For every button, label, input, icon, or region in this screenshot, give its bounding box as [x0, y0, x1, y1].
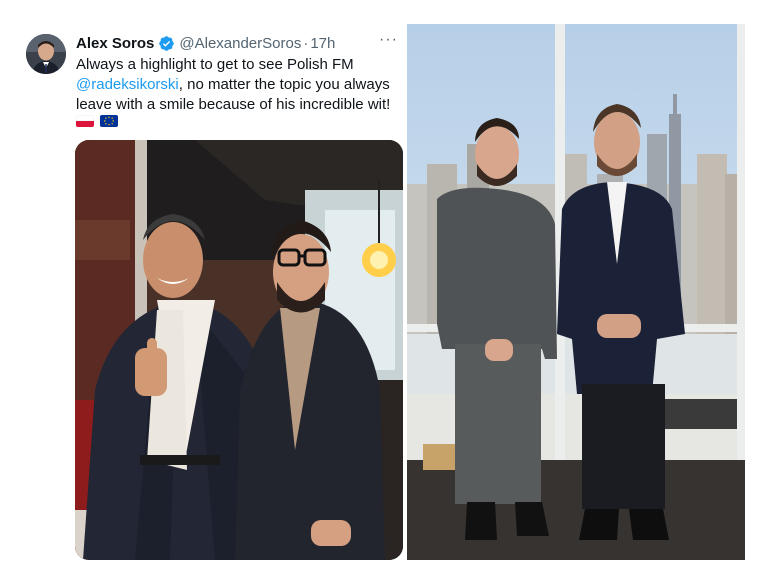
- verified-badge-icon: [159, 35, 175, 51]
- tweet-photo-1[interactable]: [75, 140, 403, 560]
- tweet-text: Always a highlight to get to see Polish …: [76, 55, 406, 115]
- eu-flag-icon: [100, 115, 118, 127]
- timestamp[interactable]: 17h: [310, 35, 335, 52]
- avatar[interactable]: [26, 34, 66, 74]
- tweet-text-part1: Always a highlight to get to see Polish …: [76, 56, 354, 73]
- tweet-card[interactable]: Alex Soros @AlexanderSoros · 17h ··· Alw…: [14, 24, 406, 564]
- poland-flag-icon: [76, 115, 94, 127]
- separator-dot: ·: [303, 34, 309, 52]
- more-options-icon[interactable]: ···: [379, 31, 398, 49]
- flag-emojis: [76, 115, 118, 127]
- mention-link[interactable]: @radeksikorski: [76, 76, 179, 93]
- user-handle[interactable]: @AlexanderSoros: [179, 35, 301, 52]
- display-name[interactable]: Alex Soros: [76, 35, 154, 52]
- tweet-photo-2[interactable]: [407, 24, 745, 560]
- tweet-header: Alex Soros @AlexanderSoros · 17h ···: [76, 31, 398, 53]
